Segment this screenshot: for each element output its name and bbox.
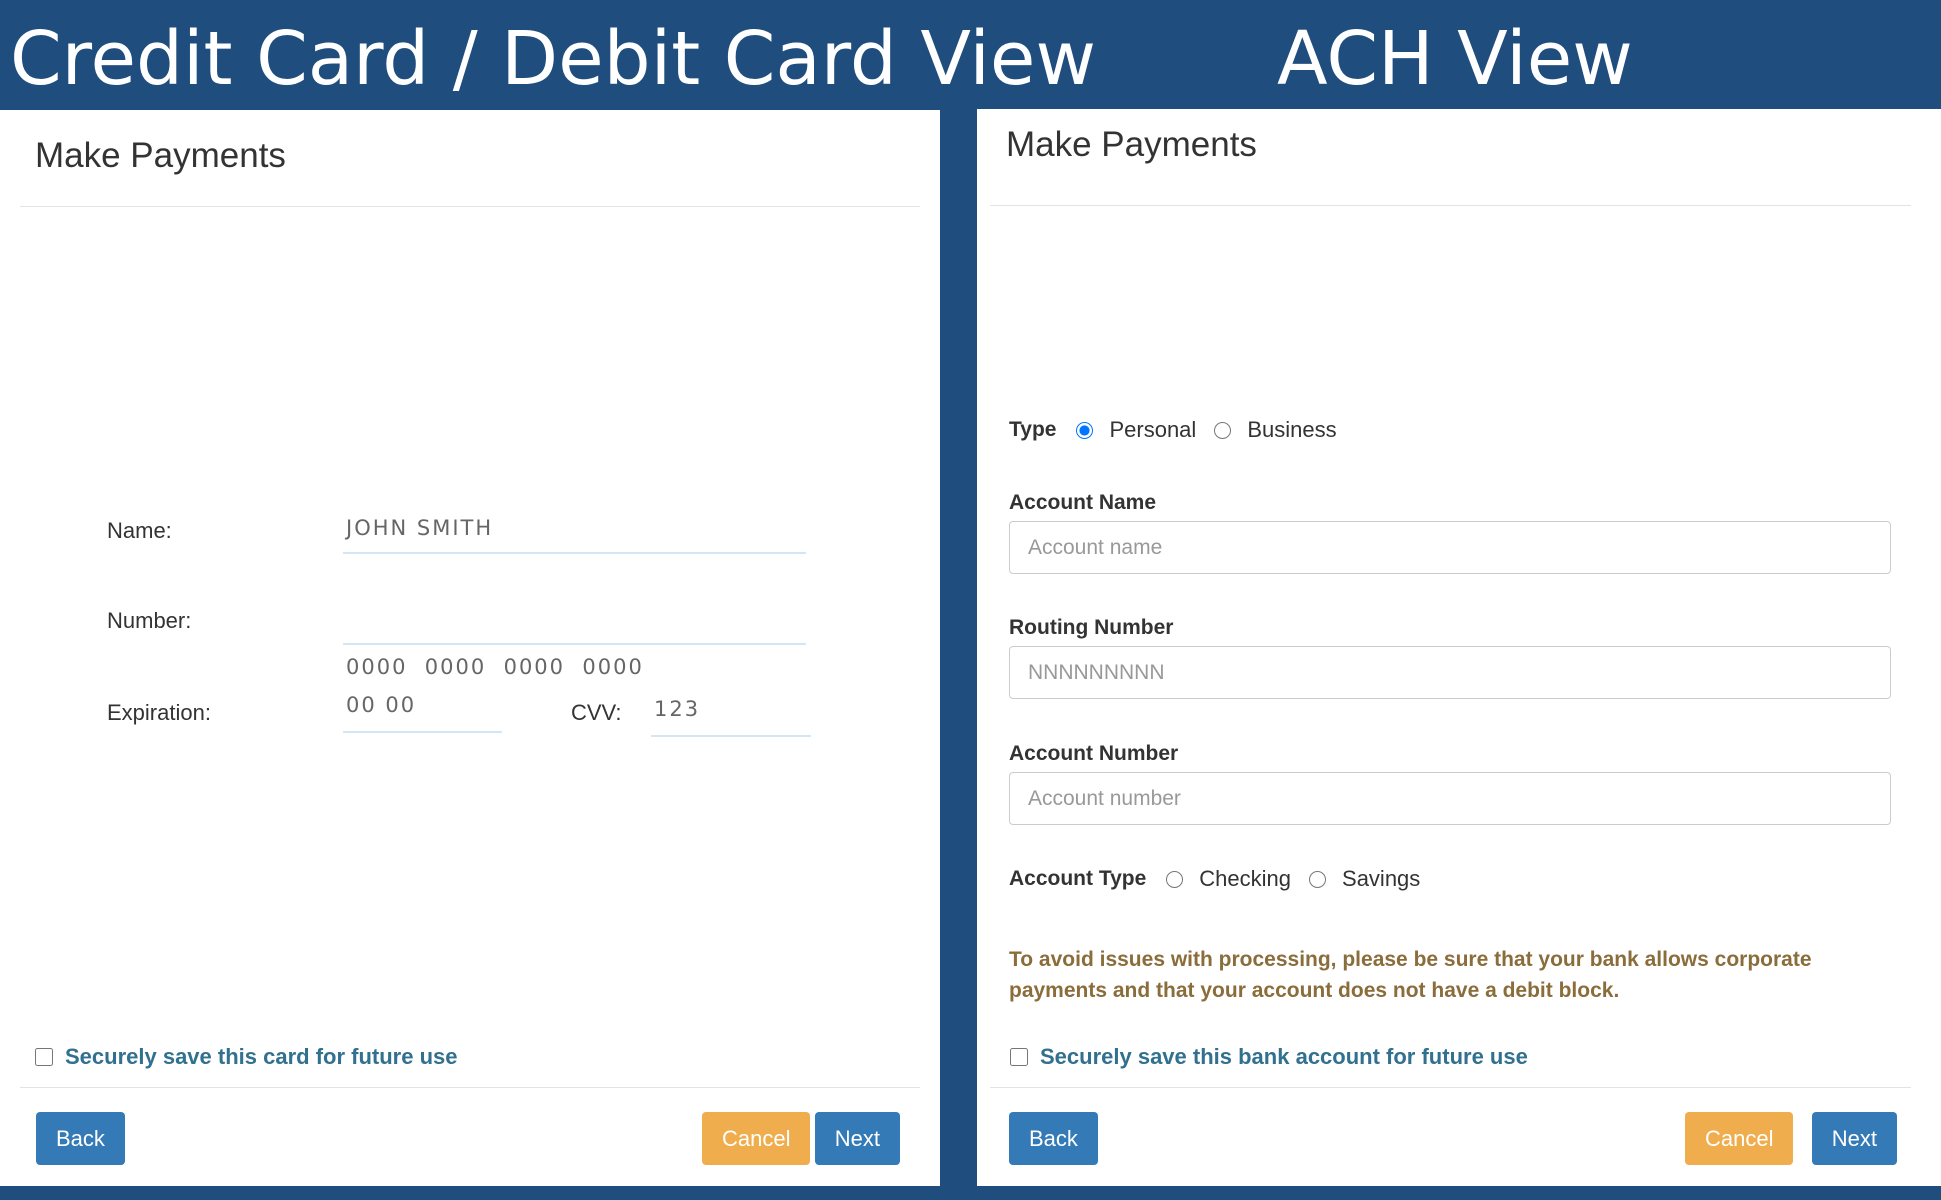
ach-save-account-checkbox[interactable] (1010, 1048, 1028, 1066)
ach-savings-radio[interactable] (1309, 870, 1327, 888)
ach-type-business-label[interactable]: Business (1247, 417, 1336, 443)
ach-back-button[interactable]: Back (1009, 1112, 1098, 1165)
ach-panel-header: Make Payments (990, 109, 1911, 206)
cc-save-card-label[interactable]: Securely save this card for future use (65, 1044, 458, 1070)
ach-routing-input[interactable] (1009, 646, 1891, 699)
cc-payment-panel: Make Payments Name: JOHN SMITH Number: 0… (0, 110, 940, 1186)
ach-account-number-label: Account Number (1009, 742, 1179, 765)
ach-type-personal-radio[interactable] (1076, 421, 1094, 439)
ach-checking-label[interactable]: Checking (1199, 866, 1291, 892)
cc-name-value: JOHN SMITH (346, 516, 494, 540)
ach-panel-footer: Back Cancel Next (990, 1087, 1911, 1186)
cc-save-card-row: Securely save this card for future use (35, 1044, 458, 1070)
cc-panel-title: Make Payments (35, 136, 286, 175)
ach-payment-panel: Make Payments Type Personal Business Acc… (977, 109, 1941, 1186)
ach-type-business-radio[interactable] (1214, 421, 1232, 439)
ach-save-account-row: Securely save this bank account for futu… (1010, 1044, 1528, 1070)
ach-account-number-input[interactable] (1009, 772, 1891, 825)
ach-account-type-label: Account Type (1009, 867, 1147, 890)
cc-expiration-field[interactable]: 00 00 (343, 693, 502, 733)
ach-account-name-label: Account Name (1009, 491, 1157, 514)
ach-debit-block-warning: To avoid issues with processing, please … (1009, 948, 1812, 1002)
cc-expiration-value: 00 00 (346, 693, 417, 717)
ach-type-label: Type (1009, 418, 1057, 441)
ach-checking-radio[interactable] (1166, 870, 1184, 888)
cc-number-value: 0000 0000 0000 0000 (346, 655, 644, 679)
cc-cvv-value: 123 (654, 697, 701, 721)
ach-panel-title: Make Payments (1006, 125, 1257, 164)
cc-cvv-field[interactable]: 123 (651, 697, 811, 737)
ach-save-account-label[interactable]: Securely save this bank account for futu… (1040, 1044, 1528, 1070)
cc-cancel-button[interactable]: Cancel (702, 1112, 811, 1165)
cc-next-button[interactable]: Next (814, 1112, 900, 1165)
ach-type-group: Type Personal Business (1009, 417, 1355, 443)
cc-number-field[interactable]: 0000 0000 0000 0000 (343, 607, 806, 679)
ach-view-title: ACH View (1277, 16, 1633, 102)
ach-cancel-button[interactable]: Cancel (1685, 1112, 1794, 1165)
cc-back-button[interactable]: Back (36, 1112, 125, 1165)
ach-routing-label: Routing Number (1009, 616, 1174, 639)
cc-name-label: Name: (107, 518, 172, 543)
cc-panel-footer: Back Cancel Next (20, 1087, 920, 1186)
ach-next-button[interactable]: Next (1811, 1112, 1897, 1165)
ach-savings-label[interactable]: Savings (1342, 866, 1420, 892)
cc-save-card-checkbox[interactable] (35, 1048, 53, 1066)
cc-view-title: Credit Card / Debit Card View (10, 16, 1096, 102)
cc-expiration-label: Expiration: (107, 700, 211, 725)
ach-type-personal-label[interactable]: Personal (1109, 417, 1196, 443)
cc-name-field[interactable]: JOHN SMITH (343, 516, 806, 554)
ach-account-name-input[interactable] (1009, 521, 1891, 574)
cc-number-label: Number: (107, 608, 192, 633)
ach-account-type-group: Account Type Checking Savings (1009, 866, 1438, 892)
cc-panel-header: Make Payments (20, 110, 920, 207)
cc-cvv-label: CVV: (571, 700, 622, 725)
